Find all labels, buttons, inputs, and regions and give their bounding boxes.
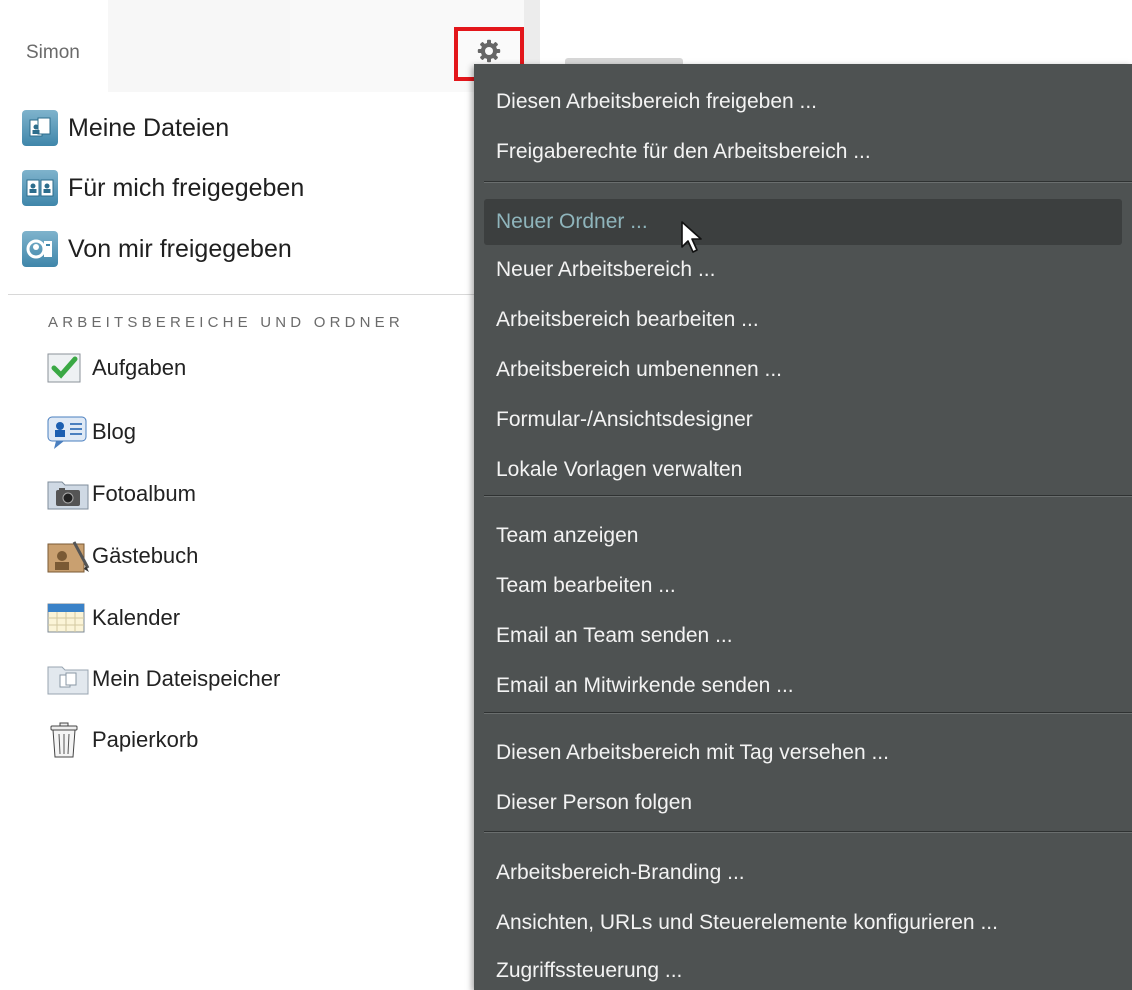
menu-item-sharing-rights[interactable]: Freigaberechte für den Arbeitsbereich ..… bbox=[484, 129, 1122, 175]
quick-link-shared-with-me[interactable]: Für mich freigegeben bbox=[22, 163, 472, 213]
sidebar-item-mein-dateispeicher[interactable]: Mein Dateispeicher bbox=[46, 657, 466, 701]
sidebar-item-aufgaben[interactable]: Aufgaben bbox=[46, 346, 466, 390]
menu-separator bbox=[484, 831, 1132, 833]
menu-item-new-folder[interactable]: Neuer Ordner ... bbox=[484, 199, 1122, 245]
sidebar-item-blog[interactable]: Blog bbox=[46, 410, 466, 454]
quick-link-shared-by-me[interactable]: Von mir freigegeben bbox=[22, 224, 472, 274]
sidebar-item-label: Blog bbox=[92, 419, 137, 444]
sidebar-divider bbox=[8, 294, 478, 295]
my-files-icon bbox=[22, 110, 58, 146]
sidebar-item-label: Mein Dateispeicher bbox=[92, 666, 281, 691]
menu-separator bbox=[484, 181, 1132, 183]
menu-item-tag-workspace[interactable]: Diesen Arbeitsbereich mit Tag versehen .… bbox=[484, 730, 1122, 776]
menu-item-local-templates[interactable]: Lokale Vorlagen verwalten bbox=[484, 447, 1122, 493]
guestbook-icon bbox=[46, 536, 90, 576]
menu-item-new-workspace[interactable]: Neuer Arbeitsbereich ... bbox=[484, 247, 1122, 293]
section-title: ARBEITSBEREICHE UND ORDNER bbox=[48, 314, 404, 331]
sidebar-item-label: Aufgaben bbox=[92, 355, 187, 380]
sidebar-item-label: Gästebuch bbox=[92, 543, 199, 568]
menu-separator bbox=[484, 712, 1132, 714]
gear-icon bbox=[477, 39, 501, 63]
file-storage-icon bbox=[46, 659, 90, 699]
menu-item-show-team[interactable]: Team anzeigen bbox=[484, 513, 1122, 559]
menu-item-form-designer[interactable]: Formular-/Ansichtsdesigner bbox=[484, 397, 1122, 443]
menu-separator bbox=[484, 495, 1132, 497]
sidebar-item-label: Kalender bbox=[92, 605, 181, 630]
mouse-pointer-icon bbox=[681, 221, 702, 253]
calendar-icon bbox=[46, 598, 90, 638]
sidebar-item-papierkorb[interactable]: Papierkorb bbox=[46, 718, 466, 762]
menu-item-share-workspace[interactable]: Diesen Arbeitsbereich freigeben ... bbox=[484, 79, 1122, 125]
menu-item-configure-views[interactable]: Ansichten, URLs und Steuerelemente konfi… bbox=[484, 900, 1122, 946]
menu-item-branding[interactable]: Arbeitsbereich-Branding ... bbox=[484, 850, 1122, 896]
sidebar-item-fotoalbum[interactable]: Fotoalbum bbox=[46, 472, 466, 516]
sidebar-item-label: Papierkorb bbox=[92, 727, 199, 752]
user-name: Simon bbox=[26, 42, 80, 63]
quick-link-my-files[interactable]: Meine Dateien bbox=[22, 103, 472, 153]
photo-album-icon bbox=[46, 474, 90, 514]
shared-by-me-icon bbox=[22, 231, 58, 267]
menu-item-edit-team[interactable]: Team bearbeiten ... bbox=[484, 563, 1122, 609]
quick-link-label: Für mich freigegeben bbox=[68, 173, 305, 202]
menu-item-email-team[interactable]: Email an Team senden ... bbox=[484, 613, 1122, 659]
menu-item-follow-person[interactable]: Dieser Person folgen bbox=[484, 780, 1122, 826]
menu-item-email-contributors[interactable]: Email an Mitwirkende senden ... bbox=[484, 663, 1122, 709]
trash-icon bbox=[46, 720, 90, 760]
sidebar-item-label: Fotoalbum bbox=[92, 481, 196, 506]
menu-item-access-control[interactable]: Zugriffssteuerung ... bbox=[484, 948, 1122, 990]
quick-link-label: Von mir freigegeben bbox=[68, 234, 292, 263]
sidebar-item-gastebuch[interactable]: Gästebuch bbox=[46, 534, 466, 578]
quick-link-label: Meine Dateien bbox=[68, 113, 230, 142]
tasks-icon bbox=[46, 348, 90, 388]
menu-item-edit-workspace[interactable]: Arbeitsbereich bearbeiten ... bbox=[484, 297, 1122, 343]
context-menu: Diesen Arbeitsbereich freigeben ... Frei… bbox=[474, 64, 1132, 990]
shared-with-me-icon bbox=[22, 170, 58, 206]
menu-item-rename-workspace[interactable]: Arbeitsbereich umbenennen ... bbox=[484, 347, 1122, 393]
sidebar-item-kalender[interactable]: Kalender bbox=[46, 596, 466, 640]
blog-icon bbox=[46, 412, 90, 452]
